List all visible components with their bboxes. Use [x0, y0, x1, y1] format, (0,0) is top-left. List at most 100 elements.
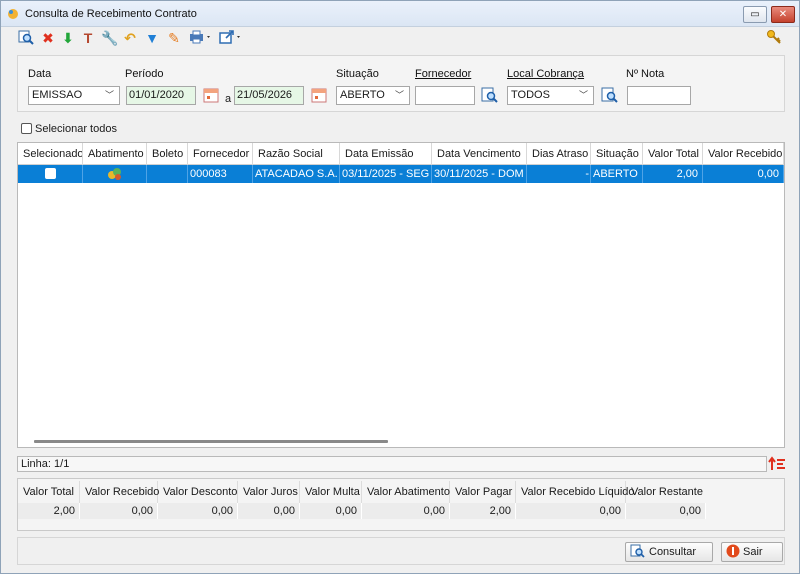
consultar-label: Consultar — [649, 546, 697, 558]
app-icon — [8, 9, 18, 19]
edit-icon[interactable]: ✎ — [165, 29, 183, 47]
chevron-down-icon: ﹀ — [104, 90, 114, 100]
total-header-valor-desconto: Valor Desconto — [158, 481, 238, 503]
col-header-abatimento[interactable]: Abatimento — [83, 143, 147, 165]
col-header-fornecedor[interactable]: Fornecedor — [188, 143, 253, 165]
total-value-valor-multa: 0,00 — [300, 503, 362, 519]
search-icon[interactable] — [17, 29, 35, 47]
col-header-data-emissao[interactable]: Data Emissão — [340, 143, 432, 165]
chevron-down-icon: ﹀ — [578, 90, 588, 100]
periodo-separator: a — [225, 93, 232, 105]
select-all-label: Selecionar todos — [35, 123, 117, 135]
valor-total-cell: 2,00 — [643, 165, 703, 183]
toolbar: ✖ ⬇ T 🔧 ↶ ▼ ✎ — [17, 29, 797, 47]
col-header-selecionado[interactable]: Selecionado — [18, 143, 83, 165]
key-icon[interactable] — [765, 29, 783, 47]
situacao-select[interactable]: ABERTO ﹀ — [336, 86, 410, 105]
sair-button[interactable]: Sair — [721, 542, 783, 562]
calendar-icon[interactable] — [203, 87, 219, 104]
col-header-valor-total[interactable]: Valor Total — [643, 143, 703, 165]
export-icon[interactable] — [217, 29, 245, 47]
abatimento-cell[interactable] — [83, 165, 147, 183]
status-bar: Linha: 1/1 — [17, 456, 767, 472]
main-window: Consulta de Recebimento Contrato ▭ ✕ ✖ ⬇… — [0, 0, 800, 574]
format-icon[interactable]: T — [79, 29, 97, 47]
col-header-razao-social[interactable]: Razão Social — [253, 143, 340, 165]
restore-button[interactable]: ▭ — [743, 6, 767, 23]
col-header-data-vencimento[interactable]: Data Vencimento — [432, 143, 527, 165]
total-header-valor-pagar: Valor Pagar — [450, 481, 516, 503]
select-all[interactable]: Selecionar todos — [21, 123, 117, 135]
totals-panel: Valor Total Valor Recebido Valor Descont… — [17, 478, 785, 531]
delete-icon[interactable]: ✖ — [39, 29, 57, 47]
filter-panel: Data EMISSAO ﹀ Período 01/01/2020 a 21/0… — [17, 55, 785, 112]
local-cobranca-select[interactable]: TODOS ﹀ — [507, 86, 594, 105]
dias-atraso-cell: - — [527, 165, 591, 183]
window-title: Consulta de Recebimento Contrato — [25, 8, 197, 20]
situacao-cell: ABERTO — [591, 165, 643, 183]
data-select[interactable]: EMISSAO ﹀ — [28, 86, 120, 105]
select-all-checkbox[interactable] — [21, 123, 32, 134]
total-value-valor-total: 2,00 — [18, 503, 80, 519]
data-vencimento-cell: 30/11/2025 - DOM — [432, 165, 527, 183]
print-icon[interactable] — [187, 29, 215, 47]
exit-icon — [726, 544, 740, 558]
undo-icon[interactable]: ↶ — [121, 29, 139, 47]
data-select-value: EMISSAO — [32, 89, 83, 101]
table-row[interactable]: 000083 ATACADAO S.A. 03/11/2025 - SEG 30… — [18, 165, 784, 183]
search-icon — [630, 544, 645, 558]
total-header-valor-juros: Valor Juros — [238, 481, 300, 503]
periodo-label: Período — [125, 68, 164, 80]
nota-field[interactable] — [627, 86, 691, 105]
calendar-icon[interactable] — [311, 87, 327, 104]
consultar-button[interactable]: Consultar — [625, 542, 713, 562]
total-header-valor-multa: Valor Multa — [300, 481, 362, 503]
results-grid: Selecionado Abatimento Boleto Fornecedor… — [17, 142, 785, 448]
filter-icon[interactable]: ▼ — [143, 29, 161, 47]
sort-icon[interactable] — [768, 455, 786, 473]
total-header-valor-abatimento: Valor Abatimento — [362, 481, 450, 503]
razao-social-cell: ATACADAO S.A. — [253, 165, 340, 183]
row-counter: Linha: 1/1 — [21, 458, 70, 470]
col-header-boleto[interactable]: Boleto — [147, 143, 188, 165]
total-value-valor-pagar: 2,00 — [450, 503, 516, 519]
total-header-valor-total: Valor Total — [18, 481, 80, 503]
total-header-valor-recebido: Valor Recebido — [80, 481, 159, 503]
data-label: Data — [28, 68, 52, 80]
total-value-valor-desconto: 0,00 — [158, 503, 238, 519]
fornecedor-label[interactable]: Fornecedor — [415, 68, 471, 80]
situacao-select-value: ABERTO — [340, 89, 385, 101]
periodo-from-field[interactable]: 01/01/2020 — [126, 86, 196, 105]
fornecedor-field[interactable] — [415, 86, 475, 105]
sair-label: Sair — [743, 546, 763, 558]
periodo-to-field[interactable]: 21/05/2026 — [234, 86, 304, 105]
horizontal-scrollbar[interactable] — [34, 440, 388, 443]
col-header-dias-atraso[interactable]: Dias Atraso — [527, 143, 591, 165]
local-cobranca-label[interactable]: Local Cobrança — [507, 68, 584, 80]
wrench-icon[interactable]: 🔧 — [101, 29, 119, 47]
grid-header: Selecionado Abatimento Boleto Fornecedor… — [18, 143, 784, 165]
situacao-label: Situação — [336, 68, 379, 80]
col-header-valor-recebido[interactable]: Valor Recebido — [703, 143, 784, 165]
local-cobranca-value: TODOS — [511, 89, 550, 101]
total-value-valor-restante: 0,00 — [626, 503, 706, 519]
col-header-situacao[interactable]: Situação — [591, 143, 643, 165]
download-icon[interactable]: ⬇ — [59, 29, 77, 47]
total-header-valor-restante: Valor Restante — [631, 486, 703, 498]
row-select-cell[interactable] — [18, 165, 83, 183]
fornecedor-cell: 000083 — [188, 165, 253, 183]
abatimento-icon[interactable] — [107, 167, 123, 181]
footer-bar: Consultar Sair — [17, 537, 785, 565]
valor-recebido-cell: 0,00 — [703, 165, 784, 183]
total-value-valor-juros: 0,00 — [238, 503, 300, 519]
total-value-valor-recebido: 0,00 — [80, 503, 158, 519]
total-value-valor-abatimento: 0,00 — [362, 503, 450, 519]
close-button[interactable]: ✕ — [771, 6, 795, 23]
search-icon[interactable] — [480, 86, 500, 105]
total-value-valor-recebido-liquido: 0,00 — [516, 503, 626, 519]
boleto-cell — [147, 165, 188, 183]
chevron-down-icon: ﹀ — [394, 90, 404, 100]
title-bar: Consulta de Recebimento Contrato ▭ ✕ — [1, 1, 799, 27]
search-icon[interactable] — [600, 86, 620, 105]
row-checkbox[interactable] — [44, 168, 56, 179]
